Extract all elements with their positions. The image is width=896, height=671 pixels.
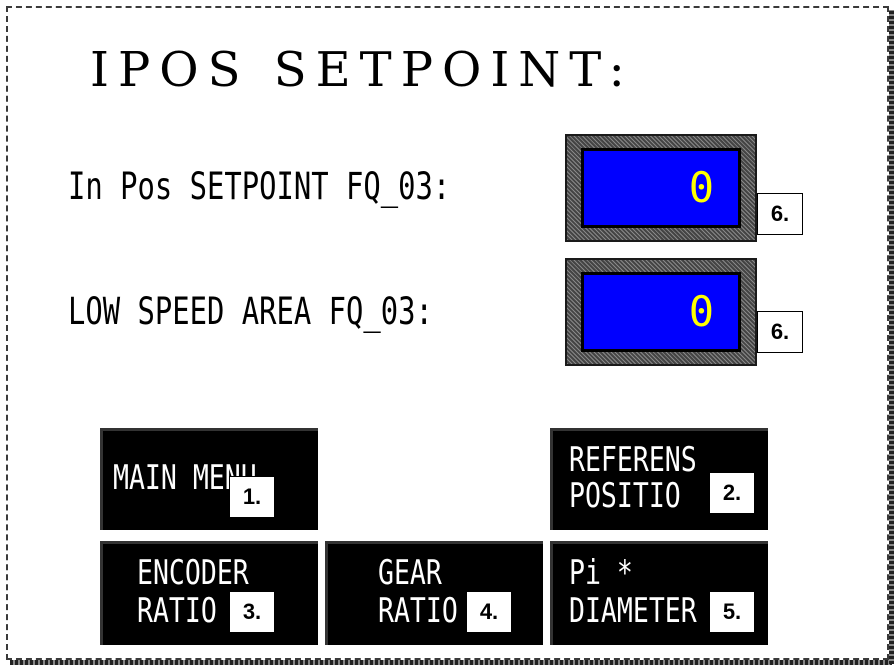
pi-label-line2: DIAMETER	[569, 591, 697, 631]
gear-label-line1: GEAR	[378, 553, 442, 593]
low-speed-area-value: 0	[688, 287, 714, 336]
inpos-setpoint-display: 0	[581, 148, 741, 228]
main-menu-tag: 1.	[229, 476, 275, 518]
pi-label-line1: Pi *	[569, 553, 633, 593]
inpos-setpoint-field[interactable]: 0	[565, 134, 757, 242]
gear-label-line2: RATIO	[378, 591, 458, 631]
inpos-setpoint-value: 0	[688, 163, 714, 212]
frame-shadow-right	[889, 10, 894, 664]
encoder-label-line1: ENCODER	[137, 553, 249, 593]
page-title: IPOS SETPOINT:	[90, 42, 634, 98]
referens-label-line2: POSITIO	[569, 476, 681, 516]
main-menu-button[interactable]: MAIN MENU	[100, 428, 318, 530]
low-speed-area-field[interactable]: 0	[565, 258, 757, 366]
encoder-ratio-tag: 3.	[229, 591, 275, 633]
gear-ratio-tag: 4.	[466, 591, 512, 633]
low-speed-area-label: LOW SPEED AREA FQ_03:	[68, 290, 433, 333]
low-speed-area-tag: 6.	[757, 311, 803, 353]
inpos-setpoint-tag: 6.	[757, 193, 803, 235]
low-speed-area-display: 0	[581, 272, 741, 352]
encoder-label-line2: RATIO	[137, 591, 217, 631]
inpos-setpoint-label: In Pos SETPOINT FQ_03:	[68, 165, 451, 208]
frame-shadow-bottom	[10, 660, 892, 665]
referens-position-tag: 2.	[709, 472, 755, 514]
pi-diameter-tag: 5.	[709, 591, 755, 633]
encoder-ratio-button[interactable]: ENCODER RATIO	[100, 541, 318, 645]
referens-label-line1: REFERENS	[569, 440, 697, 480]
